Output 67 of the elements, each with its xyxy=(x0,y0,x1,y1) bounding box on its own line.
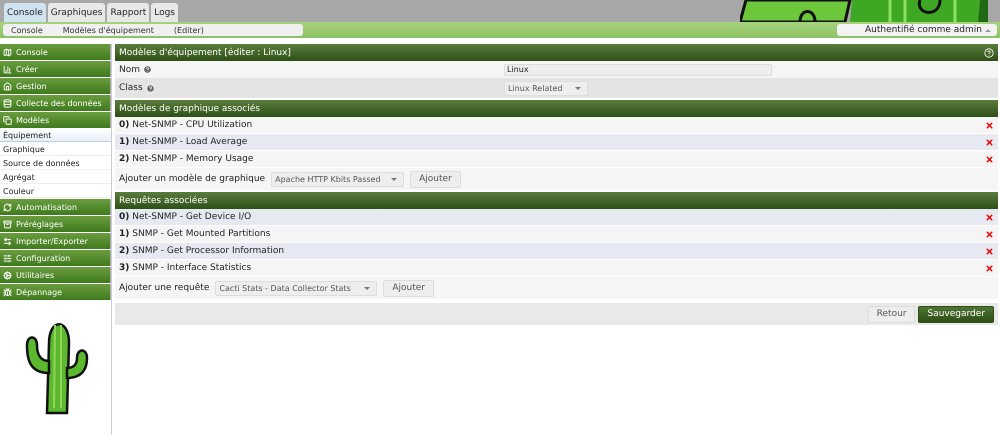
save-button[interactable]: Sauvegarder xyxy=(918,306,994,322)
nav-tab[interactable]: Console xyxy=(4,3,46,22)
refresh-icon xyxy=(3,202,12,212)
sidebar-menu-item[interactable]: Console xyxy=(0,44,111,60)
copy-icon xyxy=(3,116,12,124)
delete-icon[interactable] xyxy=(985,246,994,256)
home-icon xyxy=(3,82,12,90)
sidebar-menu-item[interactable]: Collecte des données xyxy=(0,95,111,111)
section-header: Modèles d'équipement [éditer : Linux] xyxy=(115,44,998,61)
list-item-text: 1) SNMP - Get Mounted Partitions xyxy=(119,229,270,239)
field-label: Nom xyxy=(119,64,140,74)
sidebar-menu-item[interactable]: Utilitaires xyxy=(0,267,111,283)
add-button[interactable]: Ajouter xyxy=(383,280,434,296)
name-input[interactable]: Linux xyxy=(504,64,772,76)
bug-icon xyxy=(3,288,12,296)
section-header: Requêtes associées xyxy=(115,192,998,209)
help-icon[interactable] xyxy=(143,65,152,74)
field-label: Class xyxy=(119,83,143,93)
delete-icon[interactable] xyxy=(985,138,994,146)
back-button[interactable]: Retour xyxy=(868,306,916,322)
nav-tab[interactable]: Logs xyxy=(151,3,178,22)
sidebar-menu-item[interactable]: Configuration xyxy=(0,250,111,266)
sidebar-subitem[interactable]: Agrégat xyxy=(0,171,111,184)
delete-icon[interactable] xyxy=(985,120,994,130)
sidebar-subitem[interactable]: Source de données xyxy=(0,157,111,170)
list-item-text: 0) Net-SNMP - CPU Utilization xyxy=(119,120,252,130)
gear-icon xyxy=(3,270,12,280)
sidebar-menu-item[interactable]: Automatisation xyxy=(0,199,111,215)
list-item-text: 1) Net-SNMP - Load Average xyxy=(119,137,248,147)
sidebar-menu-item[interactable]: Importer/Exporter xyxy=(0,233,111,249)
map-icon xyxy=(3,48,12,56)
sidebar-subitem[interactable]: Graphique xyxy=(0,143,111,156)
add-label: Ajouter un modèle de graphique xyxy=(119,174,266,184)
sidebar-subitem[interactable]: Équipement xyxy=(0,129,111,142)
sidebar-menu-item[interactable]: Créer xyxy=(0,61,111,77)
breadcrumb-link[interactable]: (Editer) xyxy=(174,26,204,34)
sidebar-menu-item[interactable]: Préréglages xyxy=(0,216,111,232)
archive-icon xyxy=(3,220,12,228)
sliders-icon xyxy=(3,254,12,262)
breadcrumb-link[interactable]: Console xyxy=(11,26,43,34)
add-select[interactable]: Cacti Stats - Data Collector Stats xyxy=(215,280,378,296)
class-select[interactable]: Linux Related xyxy=(504,80,588,96)
list-item-text: 0) Net-SNMP - Get Device I/O xyxy=(119,212,252,222)
swap-icon xyxy=(3,236,12,246)
delete-icon[interactable] xyxy=(985,264,994,272)
delete-icon[interactable] xyxy=(985,230,994,238)
list-item-text: 2) Net-SNMP - Memory Usage xyxy=(119,154,254,164)
breadcrumb-link[interactable]: Modèles d'équipement xyxy=(62,26,154,34)
user-menu[interactable]: Authentifié comme admin xyxy=(837,24,997,36)
section-header: Modèles de graphique associés xyxy=(115,100,998,117)
help-icon[interactable] xyxy=(146,84,155,92)
add-button[interactable]: Ajouter xyxy=(410,170,461,188)
add-select[interactable]: Apache HTTP Kbits Passed xyxy=(271,172,404,186)
delete-icon[interactable] xyxy=(985,212,994,222)
sidebar-menu-item[interactable]: Dépannage xyxy=(0,284,111,300)
delete-icon[interactable] xyxy=(985,154,994,164)
sidebar-menu-item[interactable]: Modèles xyxy=(0,112,111,128)
list-item-text: 2) SNMP - Get Processor Information xyxy=(119,246,284,256)
sidebar-subitem[interactable]: Couleur xyxy=(0,185,111,198)
nav-tab[interactable]: Graphiques xyxy=(48,3,106,22)
database-icon xyxy=(3,98,12,108)
chart-icon xyxy=(3,64,12,74)
help-icon[interactable] xyxy=(984,48,994,58)
add-label: Ajouter une requête xyxy=(119,283,210,293)
list-item-text: 3) SNMP - Interface Statistics xyxy=(119,263,252,273)
sidebar-menu-item[interactable]: Gestion xyxy=(0,78,111,94)
nav-tab[interactable]: Rapport xyxy=(107,3,150,22)
